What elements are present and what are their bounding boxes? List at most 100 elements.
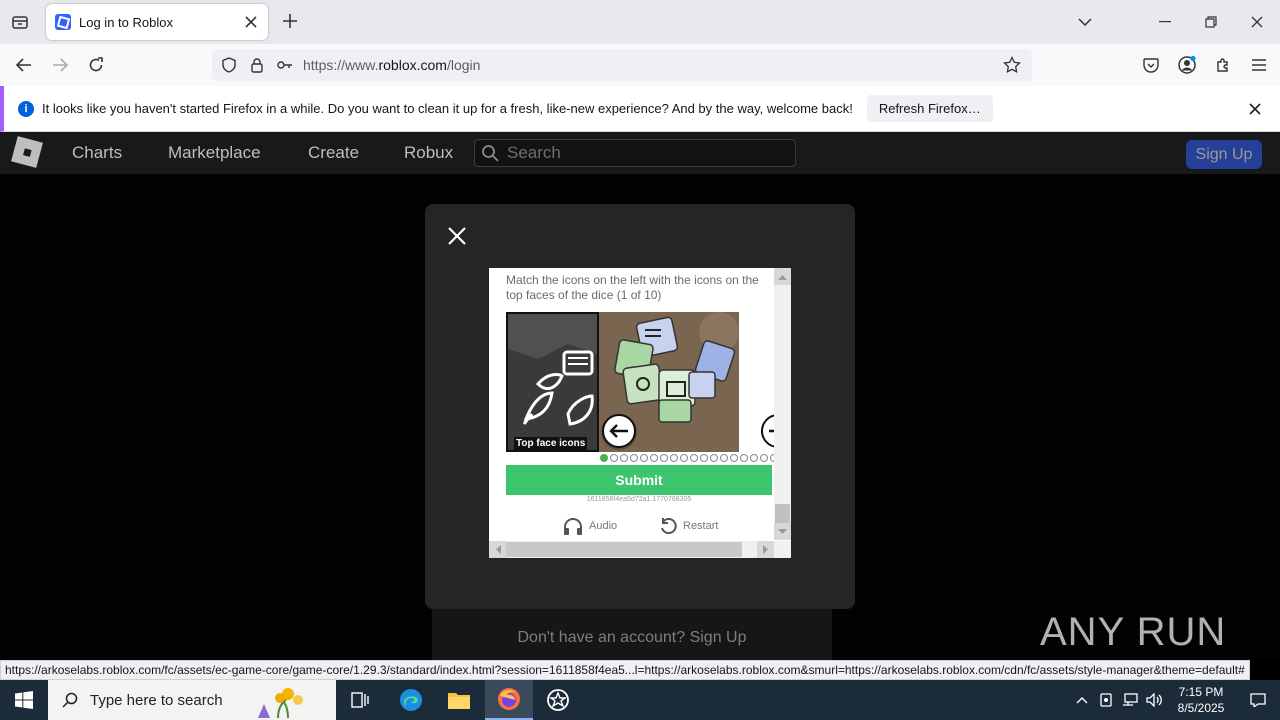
roblox-logo-icon[interactable] (11, 136, 43, 168)
nav-robux[interactable]: Robux (404, 143, 453, 163)
windows-start-icon[interactable] (0, 680, 48, 720)
progress-dot (630, 454, 638, 462)
file-explorer-icon[interactable] (435, 680, 483, 720)
restore-icon[interactable] (1188, 0, 1234, 44)
close-modal-icon[interactable] (443, 222, 471, 250)
navigation-toolbar: https://www.roblox.com/login (0, 44, 1280, 86)
captcha-frame: Match the icons on the left with the ico… (489, 268, 791, 558)
anyrun-watermark: ANY RUN (1040, 610, 1226, 655)
clock-time: 7:15 PM (1178, 685, 1224, 699)
notification-center-icon[interactable] (1236, 680, 1280, 720)
progress-dot (640, 454, 648, 462)
taskbar-search-placeholder: Type here to search (90, 691, 223, 709)
progress-dot (680, 454, 688, 462)
nav-charts[interactable]: Charts (72, 143, 122, 163)
scroll-right-icon[interactable] (757, 541, 774, 558)
submit-button[interactable]: Submit (506, 465, 772, 495)
bookmark-star-icon[interactable] (998, 51, 1026, 79)
scroll-left-icon[interactable] (489, 541, 506, 558)
new-tab-icon[interactable] (278, 9, 302, 33)
vertical-scroll-thumb[interactable] (775, 504, 790, 524)
pocket-icon[interactable] (1136, 50, 1166, 80)
captcha-modal: Match the icons on the left with the ico… (425, 204, 855, 609)
back-icon[interactable] (9, 50, 39, 80)
signup-button[interactable]: Sign Up (1186, 140, 1262, 169)
forward-icon[interactable] (45, 50, 75, 80)
url-path: /login (446, 57, 481, 73)
close-notification-icon[interactable] (1244, 98, 1266, 120)
tab-list-icon[interactable] (6, 8, 34, 36)
network-icon[interactable] (1118, 680, 1142, 720)
search-icon (62, 692, 78, 708)
notification-text: It looks like you haven't started Firefo… (42, 101, 853, 116)
audio-button[interactable]: Audio (563, 517, 617, 535)
previous-arrow-icon[interactable] (602, 414, 636, 448)
progress-dot (690, 454, 698, 462)
roblox-header: Charts Marketplace Create Robux Search S… (0, 132, 1280, 174)
search-highlight-flowers-icon (258, 688, 303, 718)
progress-dot (700, 454, 708, 462)
progress-dot (710, 454, 718, 462)
top-face-icons-label: Top face icons (514, 437, 588, 450)
progress-dot (600, 454, 608, 462)
progress-dot (750, 454, 758, 462)
progress-dot (620, 454, 628, 462)
horizontal-scroll-thumb[interactable] (506, 542, 742, 557)
tab-bar: Log in to Roblox (0, 0, 1280, 44)
nav-create[interactable]: Create (308, 143, 359, 163)
pinned-app-icon[interactable] (534, 680, 582, 720)
permissions-key-icon[interactable] (271, 51, 299, 79)
edge-icon[interactable] (387, 680, 435, 720)
windows-taskbar: Type here to search 7:15 PM 8/5/2025 (0, 680, 1280, 720)
clock-date: 8/5/2025 (1177, 701, 1225, 715)
captcha-progress-dots (600, 454, 778, 462)
link-status-bar: https://arkoselabs.roblox.com/fc/assets/… (0, 660, 1250, 680)
search-placeholder: Search (507, 143, 561, 162)
signup-prompt[interactable]: Don't have an account? Sign Up (432, 604, 832, 660)
progress-dot (670, 454, 678, 462)
session-id: 1611858f4ea5d72a1.1770768305 (586, 496, 692, 503)
roblox-favicon-icon (55, 14, 71, 30)
tracking-protection-shield-icon[interactable] (215, 51, 243, 79)
padlock-icon[interactable] (243, 51, 271, 79)
headphones-icon (564, 518, 582, 535)
task-view-icon[interactable] (336, 680, 384, 720)
tab-roblox-login[interactable]: Log in to Roblox (46, 4, 268, 40)
scroll-down-icon[interactable] (774, 523, 791, 540)
scroll-up-icon[interactable] (774, 268, 791, 285)
search-icon (482, 145, 499, 162)
extensions-icon[interactable] (1208, 50, 1238, 80)
volume-icon[interactable] (1142, 680, 1166, 720)
tab-title: Log in to Roblox (79, 14, 173, 30)
roblox-search-input[interactable]: Search (474, 139, 796, 167)
captcha-horizontal-scrollbar[interactable] (489, 541, 791, 558)
close-window-icon[interactable] (1234, 0, 1280, 44)
app-menu-icon[interactable] (1244, 50, 1274, 80)
minimize-icon[interactable] (1142, 0, 1188, 44)
restart-button[interactable]: Restart (659, 517, 718, 535)
device-icon[interactable] (1094, 680, 1118, 720)
restart-icon (661, 518, 677, 535)
taskbar-clock[interactable]: 7:15 PM 8/5/2025 (1166, 684, 1236, 716)
progress-dot (740, 454, 748, 462)
url-bar[interactable]: https://www.roblox.com/login (212, 49, 1032, 81)
url-domain: roblox.com (378, 57, 447, 73)
restart-label: Restart (683, 520, 719, 532)
account-icon[interactable] (1172, 50, 1202, 80)
progress-dot (660, 454, 668, 462)
progress-dot (760, 454, 768, 462)
taskbar-search-input[interactable]: Type here to search (48, 680, 336, 720)
firefox-icon[interactable] (485, 680, 533, 720)
refresh-firefox-button[interactable]: Refresh Firefox… (866, 95, 993, 122)
show-hidden-icons-icon[interactable] (1070, 680, 1094, 720)
tab-close-icon[interactable] (242, 13, 260, 31)
url-text[interactable]: https://www.roblox.com/login (303, 57, 480, 73)
audio-label: Audio (589, 520, 618, 532)
system-tray: 7:15 PM 8/5/2025 (1070, 680, 1280, 720)
captcha-vertical-scrollbar[interactable] (774, 268, 791, 540)
nav-marketplace[interactable]: Marketplace (168, 143, 261, 163)
progress-dot (730, 454, 738, 462)
progress-dot (610, 454, 618, 462)
reload-icon[interactable] (81, 50, 111, 80)
list-all-tabs-icon[interactable] (1062, 0, 1108, 44)
